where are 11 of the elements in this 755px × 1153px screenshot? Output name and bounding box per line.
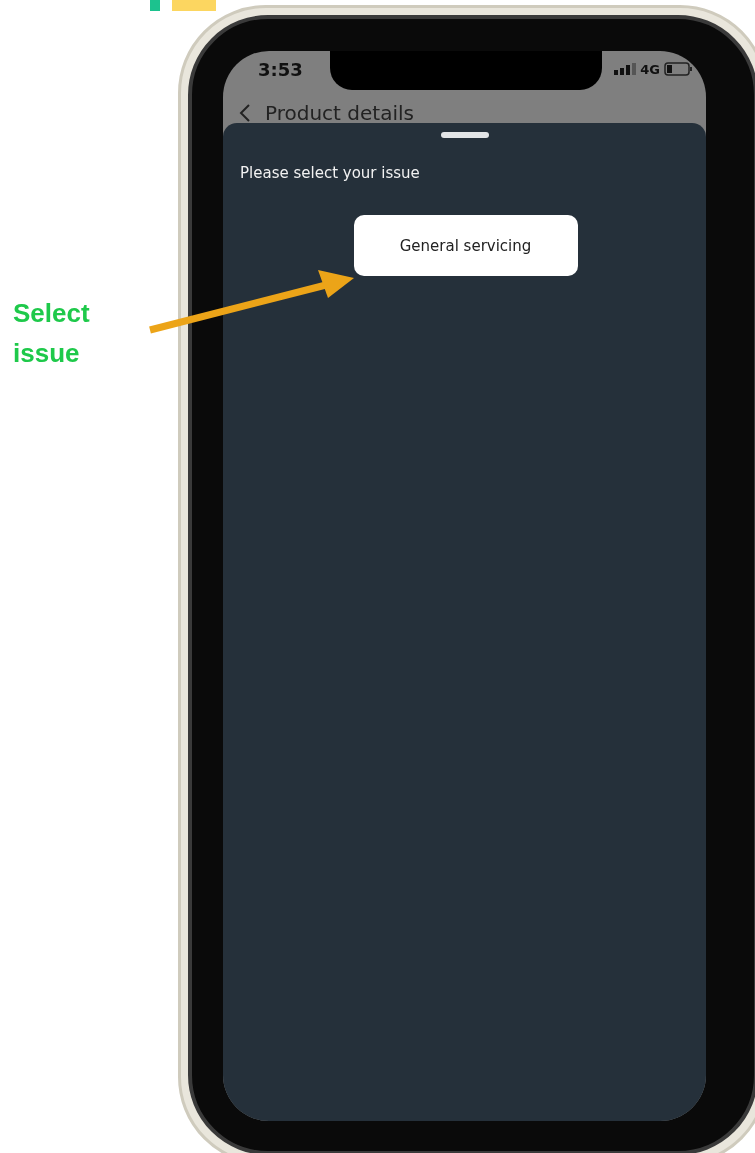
option-button[interactable]: General servicing <box>353 215 578 276</box>
battery-icon <box>664 62 692 76</box>
screen-title: Product details <box>265 101 414 125</box>
sheet-prompt: Please select your issue <box>240 164 420 182</box>
network-label: 4G <box>640 61 660 77</box>
annotation-label: Select issue <box>13 297 91 370</box>
back-icon[interactable] <box>239 103 251 123</box>
status-time: 3:53 <box>258 58 303 80</box>
logo-drawing <box>150 0 216 11</box>
drag-handle[interactable] <box>440 132 489 138</box>
signal-icon <box>614 63 637 75</box>
